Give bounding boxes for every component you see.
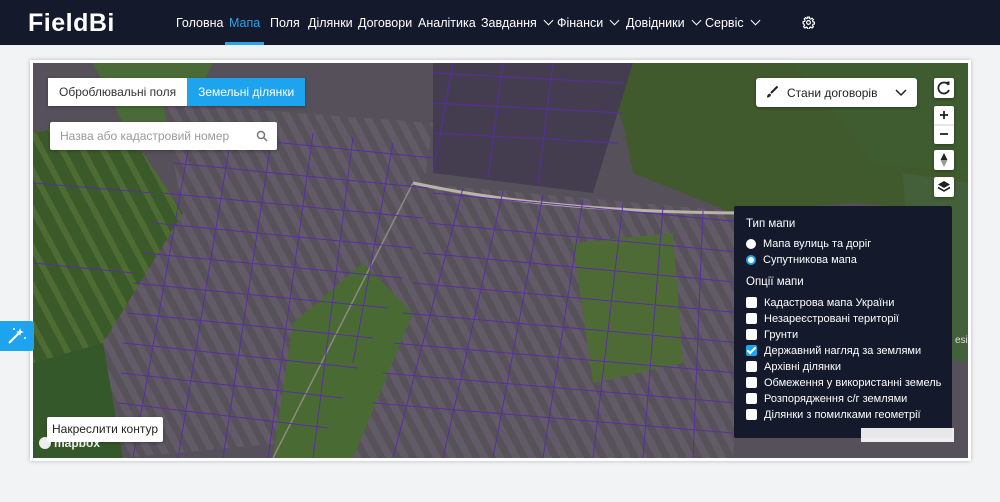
edge-text: esi bbox=[955, 335, 968, 346]
attribution-box bbox=[861, 428, 954, 442]
nav-home[interactable]: Головна bbox=[176, 0, 224, 45]
option-cadastral-map[interactable]: Кадастрова мапа України bbox=[746, 295, 894, 310]
logo-text: FieldB bbox=[28, 9, 108, 37]
checkbox[interactable] bbox=[746, 313, 757, 324]
nav-plots[interactable]: Ділянки bbox=[308, 0, 353, 45]
option-state-land-supervision[interactable]: Державний нагляд за землями bbox=[746, 343, 921, 358]
layers-icon bbox=[937, 181, 951, 192]
search-box bbox=[50, 122, 277, 150]
brush-icon bbox=[767, 85, 779, 98]
checkbox[interactable] bbox=[746, 329, 757, 340]
tab-land-plots[interactable]: Земельні ділянки bbox=[187, 78, 306, 106]
nav-analytics[interactable]: Аналітика bbox=[418, 0, 476, 45]
option-archived-plots[interactable]: Архівні ділянки bbox=[746, 359, 841, 374]
refresh-icon bbox=[937, 81, 950, 95]
chevron-down-icon bbox=[750, 15, 761, 26]
map-type-satellite[interactable]: Супутникова мапа bbox=[746, 252, 857, 267]
chevron-down-icon bbox=[543, 15, 554, 26]
option-geometry-error-plots[interactable]: Ділянки з помилками геометрії bbox=[746, 407, 921, 422]
mapbox-icon bbox=[39, 437, 51, 449]
logo[interactable]: FieldBi bbox=[28, 9, 115, 37]
nav-finance[interactable]: Фінанси bbox=[557, 0, 620, 45]
search-input[interactable] bbox=[50, 122, 260, 150]
checkbox-checked[interactable] bbox=[746, 345, 757, 356]
nav-service[interactable]: Сервіс bbox=[705, 0, 761, 45]
checkbox[interactable] bbox=[746, 393, 757, 404]
map-type-streets[interactable]: Мапа вулиць та доріг bbox=[746, 236, 871, 251]
chevron-down-icon bbox=[609, 15, 620, 26]
satellite-map[interactable]: Оброблювальні поля Земельні ділянки Стан… bbox=[33, 63, 968, 458]
radio-streets[interactable] bbox=[746, 238, 756, 249]
nav-tasks[interactable]: Завдання bbox=[481, 0, 554, 45]
map-card: Оброблювальні поля Земельні ділянки Стан… bbox=[30, 60, 971, 461]
layers-button[interactable] bbox=[934, 177, 954, 197]
compass-button[interactable] bbox=[934, 150, 954, 170]
checkbox[interactable] bbox=[746, 377, 757, 388]
search-icon[interactable] bbox=[256, 130, 268, 142]
checkbox[interactable] bbox=[746, 361, 757, 372]
zoom-control bbox=[934, 106, 954, 144]
compass-icon bbox=[940, 153, 948, 167]
gear-icon[interactable] bbox=[802, 16, 816, 30]
plot-type-tabs: Оброблювальні поля Земельні ділянки bbox=[48, 78, 306, 106]
contract-states-label: Стани договорів bbox=[787, 86, 878, 100]
option-land-use-restrictions[interactable]: Обмеження у використанні земель bbox=[746, 375, 941, 390]
mapbox-logo[interactable]: mapbox bbox=[39, 436, 100, 450]
contract-states-dropdown[interactable]: Стани договорів bbox=[756, 78, 917, 107]
checkbox[interactable] bbox=[746, 409, 757, 420]
nav-references[interactable]: Довідники bbox=[626, 0, 702, 45]
zoom-in-icon[interactable] bbox=[940, 111, 948, 119]
radio-satellite[interactable] bbox=[746, 254, 756, 265]
nav-fields[interactable]: Поля bbox=[270, 0, 300, 45]
chevron-down-icon bbox=[895, 89, 907, 97]
option-agri-land-orders[interactable]: Розпорядження с/г землями bbox=[746, 391, 907, 406]
nav-map[interactable]: Мапа bbox=[224, 0, 265, 45]
logo-accent: i bbox=[107, 9, 115, 37]
tab-cultivated-fields[interactable]: Оброблювальні поля bbox=[48, 78, 188, 106]
option-soils[interactable]: Грунти bbox=[746, 327, 798, 342]
nav-contracts[interactable]: Договори bbox=[358, 0, 412, 45]
magic-wand-button[interactable] bbox=[0, 321, 34, 351]
top-navbar: FieldBi Головна Мапа Поля Ділянки Догово… bbox=[0, 0, 1000, 45]
magic-wand-icon bbox=[8, 328, 26, 344]
map-type-heading: Тип мапи bbox=[746, 218, 796, 230]
option-unregistered-territories[interactable]: Незареєстровані території bbox=[746, 311, 899, 326]
map-options-heading: Опції мапи bbox=[746, 276, 804, 288]
map-layers-panel: Тип мапи Мапа вулиць та доріг Супутников… bbox=[734, 206, 952, 438]
chevron-down-icon bbox=[691, 15, 702, 26]
checkbox[interactable] bbox=[746, 297, 757, 308]
refresh-button[interactable] bbox=[934, 78, 954, 98]
